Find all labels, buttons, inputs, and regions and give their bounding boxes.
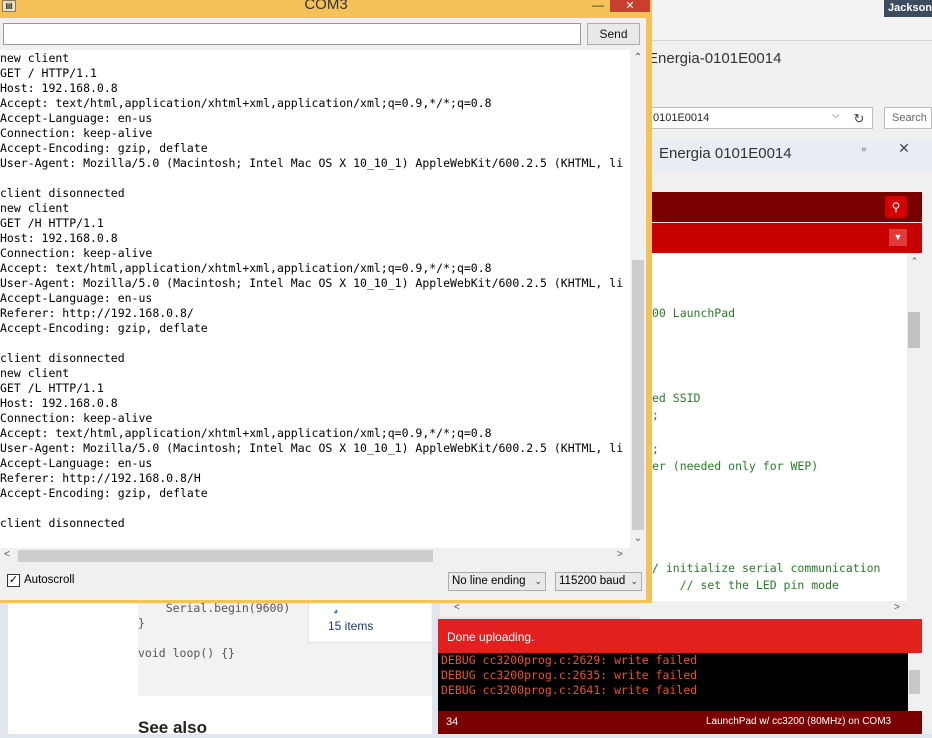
output-line: Host: 192.168.0.8 [0,81,118,95]
code-line: ; [652,442,659,456]
chevron-down-icon: ⌄ [534,576,542,586]
output-line: Accept-Language: en-us [0,456,153,470]
app-icon: ▤ [2,0,16,12]
editor-horizontal-scrollbar[interactable] [440,601,922,617]
line-ending-value: No line ending [452,575,526,587]
output-line: Accept-Language: en-us [0,291,153,305]
window-title: COM3 [304,0,348,13]
output-line: Referer: http://192.168.0.8/H [0,471,201,485]
code-editor[interactable]: 00 LaunchPad ed SSID ; ; er (needed only… [652,253,907,601]
serial-monitor-button[interactable]: ⚲ [885,196,907,218]
output-line: Accept: text/html,application/xhtml+xml,… [0,426,492,440]
output-line: Accept: text/html,application/xhtml+xml,… [0,96,492,110]
search-input[interactable]: Search [884,107,932,129]
status-text: Done uploading. [447,630,535,644]
scroll-left-icon[interactable]: < [4,549,10,560]
ide-title: Energia 0101E0014 [659,145,792,162]
output-line: User-Agent: Mozilla/5.0 (Macintosh; Inte… [0,156,624,170]
output-line: Host: 192.168.0.8 [0,231,118,245]
output-line: new client [0,201,70,215]
output-line: client disonnected [0,351,125,365]
output-line: Connection: keep-alive [0,411,153,425]
scrollbar-thumb[interactable] [909,670,920,694]
output-line: Accept-Encoding: gzip, deflate [0,486,208,500]
scroll-right-icon[interactable]: > [617,549,623,560]
output-line: GET /L HTTP/1.1 [0,381,104,395]
code-line: / initialize serial communication [652,561,881,575]
output-line: Accept-Encoding: gzip, deflate [0,321,208,335]
line-number: 34 [446,716,459,728]
output-line: Accept: text/html,application/xhtml+xml,… [0,261,492,275]
serial-output[interactable]: new client GET / HTTP/1.1 Host: 192.168.0.… [0,50,630,548]
baud-rate-value: 115200 baud [559,575,626,587]
minimize-button[interactable]: — [586,0,610,12]
code-line: // set the LED pin mode [652,578,839,592]
board-info: LaunchPad w/ cc3200 (80MHz) on COM3 [706,716,892,727]
close-button[interactable]: ✕ [610,0,650,12]
ide-toolbar [652,192,922,222]
output-line: client disonnected [0,186,125,200]
console-line: DEBUG cc3200prog.c:2641: write failed [441,683,698,697]
output-line: GET / HTTP/1.1 [0,66,97,80]
minimize-button[interactable]: ▫ [852,142,876,156]
output-line: Connection: keep-alive [0,126,153,140]
output-line: Accept-Language: en-us [0,111,153,125]
editor-vertical-scrollbar[interactable] [907,253,922,601]
output-line: client disonnected [0,516,125,530]
code-line: 00 LaunchPad [652,306,736,320]
chevron-down-icon: ⌄ [630,576,638,586]
output-line: Connection: keep-alive [0,246,153,260]
baud-rate-select[interactable]: 115200 baud ⌄ [555,572,642,591]
items-count: 15 items [328,619,374,633]
explorer-title: Energia-0101E0014 [648,50,782,67]
scroll-up-icon[interactable]: ⌃ [907,256,922,267]
output-line: Referer: http://192.168.0.8/ [0,306,194,320]
output-line: GET /H HTTP/1.1 [0,216,104,230]
scroll-down-icon[interactable]: ⌄ [630,533,646,544]
loading-icon: ◕ [333,606,339,616]
output-line: User-Agent: Mozilla/5.0 (Macintosh; Inte… [0,441,624,455]
scrollbar-thumb[interactable] [632,260,644,530]
scrollbar-thumb[interactable] [18,550,433,562]
autoscroll-label: Autoscroll [24,574,75,586]
line-ending-select[interactable]: No line ending ⌄ [448,572,546,591]
output-line: User-Agent: Mozilla/5.0 (Macintosh; Inte… [0,276,624,290]
output-line: new client [0,366,70,380]
autoscroll-checkbox[interactable]: ✓ [7,574,20,587]
output-line: Host: 192.168.0.8 [0,396,118,410]
code-line: ed SSID [652,391,701,405]
code-line: er (needed only for WEP) [652,459,819,473]
console-line: DEBUG cc3200prog.c:2635: write failed [441,668,698,682]
code-line: Serial.begin(9600) [138,601,291,615]
tab-menu-button[interactable]: ▼ [889,229,907,246]
code-line: ; [652,408,659,422]
scroll-left-icon[interactable]: < [454,602,460,613]
code-line: void loop() {} [138,646,235,660]
send-button[interactable]: Send [587,23,640,45]
code-line: } [138,616,145,630]
refresh-button[interactable]: ↻ [848,108,870,129]
scrollbar-thumb[interactable] [908,312,920,348]
section-heading: See also [138,718,207,737]
scroll-up-icon[interactable]: ⌃ [630,52,646,63]
chevron-down-icon[interactable]: ⌵ [832,110,840,121]
close-button[interactable]: ✕ [882,140,926,158]
console-output: DEBUG cc3200prog.c:2629: write failed DE… [438,653,908,711]
user-badge: Jackson [884,0,932,17]
output-line: new client [0,51,70,65]
output-line: Accept-Encoding: gzip, deflate [0,141,208,155]
console-line: DEBUG cc3200prog.c:2629: write failed [441,653,698,667]
ide-tabbar [652,223,922,253]
scroll-right-icon[interactable]: > [894,602,900,613]
send-input[interactable] [3,23,581,45]
